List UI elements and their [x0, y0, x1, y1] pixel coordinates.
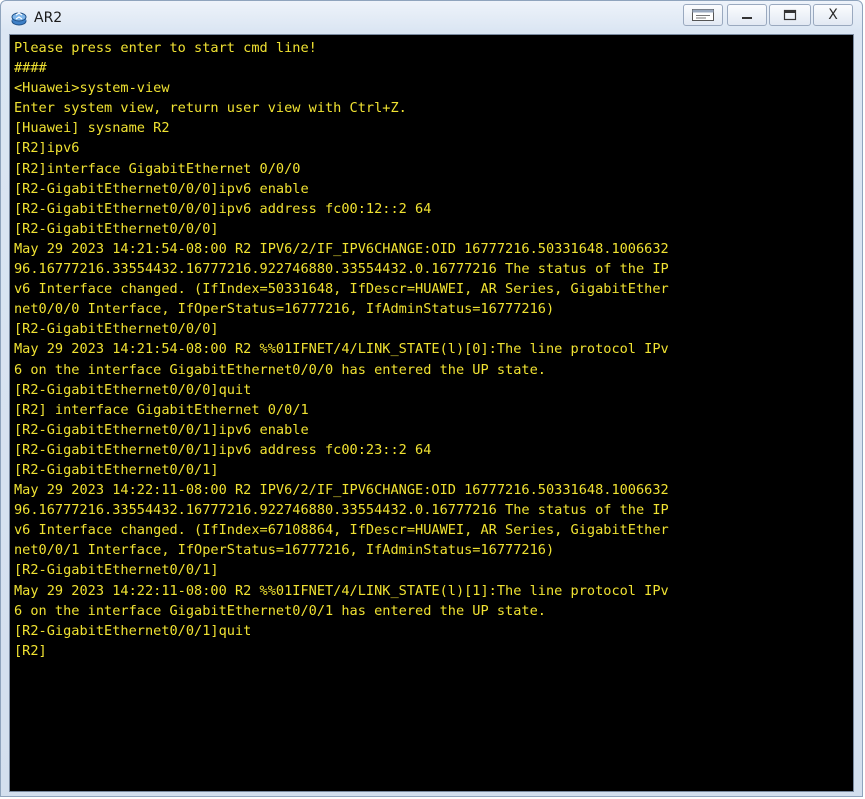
terminal-line: [R2-GigabitEthernet0/0/0]quit [14, 381, 252, 398]
terminal-line: [R2-GigabitEthernet0/0/0]ipv6 address fc… [14, 200, 432, 217]
terminal-line: v6 Interface changed. (IfIndex=50331648,… [14, 281, 669, 298]
terminal-window: AR2 X Please press enter to start cmd li… [0, 0, 863, 797]
terminal-line: Enter system view, return user view with… [14, 100, 407, 117]
terminal-line: [R2-GigabitEthernet0/0/1]quit [14, 622, 252, 639]
terminal-line: [R2-GigabitEthernet0/0/0] [14, 220, 219, 237]
terminal-line: [R2-GigabitEthernet0/0/0]ipv6 enable [14, 180, 309, 197]
terminal-line: [R2-GigabitEthernet0/0/0] [14, 321, 219, 338]
terminal-line: May 29 2023 14:21:54-08:00 R2 IPV6/2/IF_… [14, 240, 669, 257]
terminal-line: <Huawei>system-view [14, 80, 170, 97]
close-icon: X [828, 7, 838, 23]
terminal-line: May 29 2023 14:22:11-08:00 R2 IPV6/2/IF_… [14, 482, 669, 499]
terminal-line: May 29 2023 14:21:54-08:00 R2 %%01IFNET/… [14, 341, 669, 358]
minimize-button[interactable] [727, 4, 767, 26]
title-bar[interactable]: AR2 X [1, 1, 862, 34]
terminal-line: #### [14, 60, 47, 77]
terminal-console[interactable]: Please press enter to start cmd line! ###… [9, 34, 854, 792]
terminal-line: net0/0/0 Interface, IfOperStatus=1677721… [14, 301, 555, 318]
close-button[interactable]: X [813, 4, 853, 26]
terminal-line: 96.16777216.33554432.16777216.922746880.… [14, 261, 669, 278]
terminal-line: 96.16777216.33554432.16777216.922746880.… [14, 502, 669, 519]
terminal-line: May 29 2023 14:22:11-08:00 R2 %%01IFNET/… [14, 582, 669, 599]
maximize-icon [783, 9, 797, 21]
terminal-line: 6 on the interface GigabitEthernet0/0/0 … [14, 361, 546, 378]
terminal-line: [R2] interface GigabitEthernet 0/0/1 [14, 401, 309, 418]
terminal-line: Please press enter to start cmd line! [14, 40, 317, 56]
maximize-button[interactable] [769, 4, 811, 26]
terminal-line: [R2]interface GigabitEthernet 0/0/0 [14, 160, 301, 177]
terminal-line: [Huawei] sysname R2 [14, 120, 170, 137]
window-switch-icon [692, 9, 714, 21]
terminal-line: [R2-GigabitEthernet0/0/1] [14, 562, 219, 579]
terminal-line: v6 Interface changed. (IfIndex=67108864,… [14, 522, 669, 539]
terminal-line: [R2-GigabitEthernet0/0/1] [14, 461, 219, 478]
terminal-line: [R2-GigabitEthernet0/0/1]ipv6 address fc… [14, 441, 432, 458]
terminal-output: Please press enter to start cmd line! ###… [10, 35, 853, 661]
terminal-line: [R2-GigabitEthernet0/0/1]ipv6 enable [14, 421, 309, 438]
router-app-icon [11, 12, 27, 26]
window-title: AR2 [34, 10, 63, 26]
switch-window-button[interactable] [683, 4, 723, 26]
terminal-line: [R2]ipv6 [14, 140, 80, 157]
terminal-line: 6 on the interface GigabitEthernet0/0/1 … [14, 602, 546, 619]
terminal-line: net0/0/1 Interface, IfOperStatus=1677721… [14, 542, 555, 559]
minimize-icon [742, 17, 752, 19]
terminal-line: [R2] [14, 642, 47, 659]
